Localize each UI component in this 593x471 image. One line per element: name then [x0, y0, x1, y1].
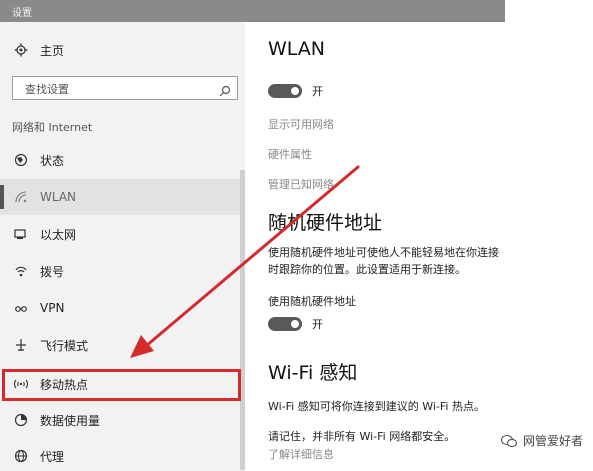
section-label: 网络和 Internet	[12, 121, 93, 134]
window-title: 设置	[12, 8, 32, 19]
highlight-box	[2, 369, 241, 401]
random-hw-desc-line1: 使用随机硬件地址可使他人不能轻易地在你连接	[268, 246, 499, 259]
watermark: 网管爱好者	[500, 432, 583, 449]
sidebar-item-vpn[interactable]: VPN	[0, 290, 240, 326]
search-placeholder: 查找设置	[25, 83, 69, 96]
wlan-toggle-label: 开	[312, 85, 323, 98]
sidebar-item-label: 主页	[40, 43, 65, 58]
gear-icon	[14, 43, 28, 57]
sidebar-item-label: WLAN	[40, 190, 77, 204]
sidebar-item-label: 飞行模式	[40, 338, 89, 353]
sidebar-item-label: 数据使用量	[40, 413, 101, 428]
manage-known-networks-link[interactable]: 管理已知网络	[268, 176, 334, 192]
sidebar-item-home[interactable]: 主页	[0, 32, 240, 68]
globe-icon	[14, 153, 28, 167]
vpn-icon	[14, 301, 28, 315]
random-hw-toggle-label: 开	[312, 318, 323, 331]
sidebar-item-data-usage[interactable]: 数据使用量	[0, 402, 240, 438]
sidebar-item-airplane[interactable]: 飞行模式	[0, 327, 240, 363]
wechat-icon	[500, 434, 518, 448]
random-hw-setting-label: 使用随机硬件地址	[268, 295, 356, 308]
sidebar-item-label: 以太网	[40, 227, 77, 242]
search-input[interactable]: 查找设置	[12, 76, 238, 100]
sidebar-item-wlan[interactable]: WLAN	[0, 179, 240, 215]
wlan-title: WLAN	[268, 38, 326, 60]
random-hw-toggle[interactable]	[268, 317, 302, 331]
sidebar-item-label: 状态	[40, 153, 65, 168]
title-bar[interactable]: 设置	[0, 0, 505, 22]
sidebar-item-ethernet[interactable]: 以太网	[0, 216, 240, 252]
hardware-properties-link[interactable]: 硬件属性	[268, 146, 312, 162]
sidebar-item-label: VPN	[40, 301, 65, 315]
sidebar-item-label: 拨号	[40, 264, 65, 279]
sidebar-item-status[interactable]: 状态	[0, 142, 240, 178]
main-content: WLAN 开 显示可用网络 硬件属性 管理已知网络 随机硬件地址 使用随机硬件地…	[245, 22, 593, 471]
random-hw-title: 随机硬件地址	[268, 212, 383, 234]
wifi-icon	[14, 190, 28, 204]
sidebar: 主页 查找设置 网络和 Internet 状态 WLAN 以太网 拨号 VPN …	[0, 22, 245, 471]
settings-window: 设置 主页 查找设置 网络和 Internet 状态 WLAN 以太网 拨号 V…	[0, 0, 593, 471]
dialup-icon	[14, 264, 28, 278]
wifi-sense-desc: Wi-Fi 感知可将你连接到建议的 Wi-Fi 热点。	[268, 400, 485, 413]
wifi-sense-title: Wi-Fi 感知	[268, 362, 358, 384]
proxy-globe-icon	[14, 449, 28, 463]
wlan-toggle[interactable]	[268, 84, 302, 98]
sidebar-item-proxy[interactable]: 代理	[0, 438, 240, 471]
data-usage-icon	[14, 413, 28, 427]
sidebar-item-label: 代理	[40, 449, 65, 464]
sidebar-item-dialup[interactable]: 拨号	[0, 253, 240, 289]
ethernet-icon	[14, 227, 28, 241]
watermark-text: 网管爱好者	[522, 434, 583, 448]
airplane-icon	[14, 338, 28, 352]
search-icon[interactable]	[219, 82, 231, 97]
random-hw-desc-line2: 时跟踪你的位置。此设置适用于新连接。	[268, 263, 466, 276]
learn-more-link[interactable]: 了解详细信息	[268, 446, 334, 462]
show-available-networks-link[interactable]: 显示可用网络	[268, 116, 334, 132]
